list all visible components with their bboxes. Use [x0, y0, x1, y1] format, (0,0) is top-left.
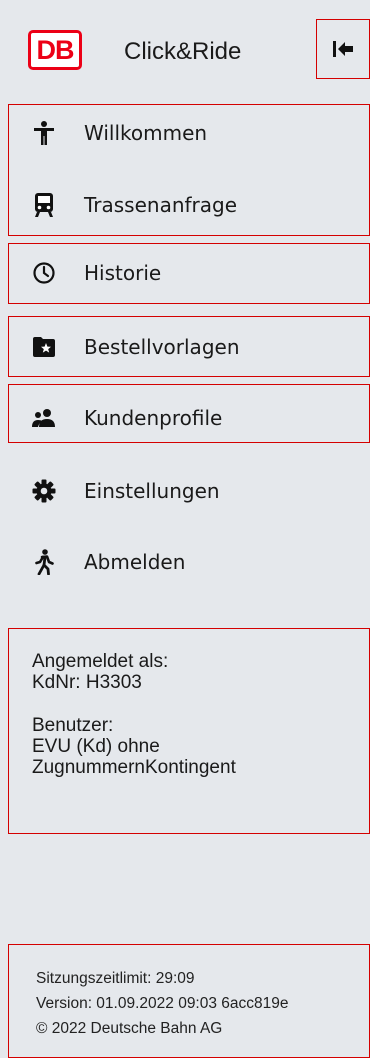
- user-name-line2: ZugnummernKontingent: [32, 757, 236, 778]
- user-label: Benutzer:: [32, 715, 114, 736]
- person-standing-icon: [32, 121, 56, 145]
- nav-item-kundenprofile[interactable]: Kundenprofile: [32, 403, 222, 433]
- walking-person-icon: [32, 549, 56, 575]
- app-title: Click&Ride: [124, 38, 242, 65]
- nav-label-abmelden: Abmelden: [84, 550, 186, 574]
- copyright: © 2022 Deutsche Bahn AG: [36, 1020, 223, 1037]
- footer-info: Sitzungszeitlimit: 29:09 Version: 01.09.…: [36, 966, 289, 1041]
- nav-item-abmelden[interactable]: Abmelden: [32, 547, 185, 577]
- highlight-box-historie: [8, 243, 370, 304]
- nav-label-einstellungen: Einstellungen: [84, 479, 220, 503]
- session-time-limit: Sitzungszeitlimit: 29:09: [36, 970, 195, 987]
- nav-label-kundenprofile: Kundenprofile: [84, 406, 223, 430]
- version-info: Version: 01.09.2022 09:03 6acc819e: [36, 995, 289, 1012]
- nav-item-einstellungen[interactable]: Einstellungen: [32, 476, 220, 506]
- collapse-sidebar-button[interactable]: [316, 19, 370, 79]
- nav-item-bestellvorlagen[interactable]: Bestellvorlagen: [32, 332, 240, 362]
- nav-label-bestellvorlagen: Bestellvorlagen: [84, 335, 240, 359]
- nav-item-willkommen[interactable]: Willkommen: [32, 118, 207, 148]
- nav-label-historie: Historie: [84, 261, 162, 285]
- db-logo-text: DB: [36, 34, 75, 65]
- nav-item-historie[interactable]: Historie: [32, 258, 161, 288]
- logged-in-label: Angemeldet als:: [32, 651, 169, 672]
- folder-star-icon: [32, 335, 56, 359]
- clock-icon: [32, 261, 56, 285]
- users-icon: [32, 406, 56, 430]
- user-name-line1: EVU (Kd) ohne: [32, 736, 160, 757]
- nav-label-trassenanfrage: Trassenanfrage: [84, 193, 238, 217]
- train-icon: [32, 193, 56, 217]
- nav-item-trassenanfrage[interactable]: Trassenanfrage: [32, 190, 237, 220]
- sidebar-header: DB Click&Ride: [0, 0, 370, 100]
- session-info: Angemeldet als: KdNr: H3303 Benutzer: EV…: [32, 651, 236, 778]
- gear-icon: [32, 479, 56, 503]
- db-logo: DB: [28, 30, 82, 70]
- nav-label-willkommen: Willkommen: [84, 121, 208, 145]
- customer-number: KdNr: H3303: [32, 672, 142, 693]
- collapse-left-icon: [333, 41, 353, 57]
